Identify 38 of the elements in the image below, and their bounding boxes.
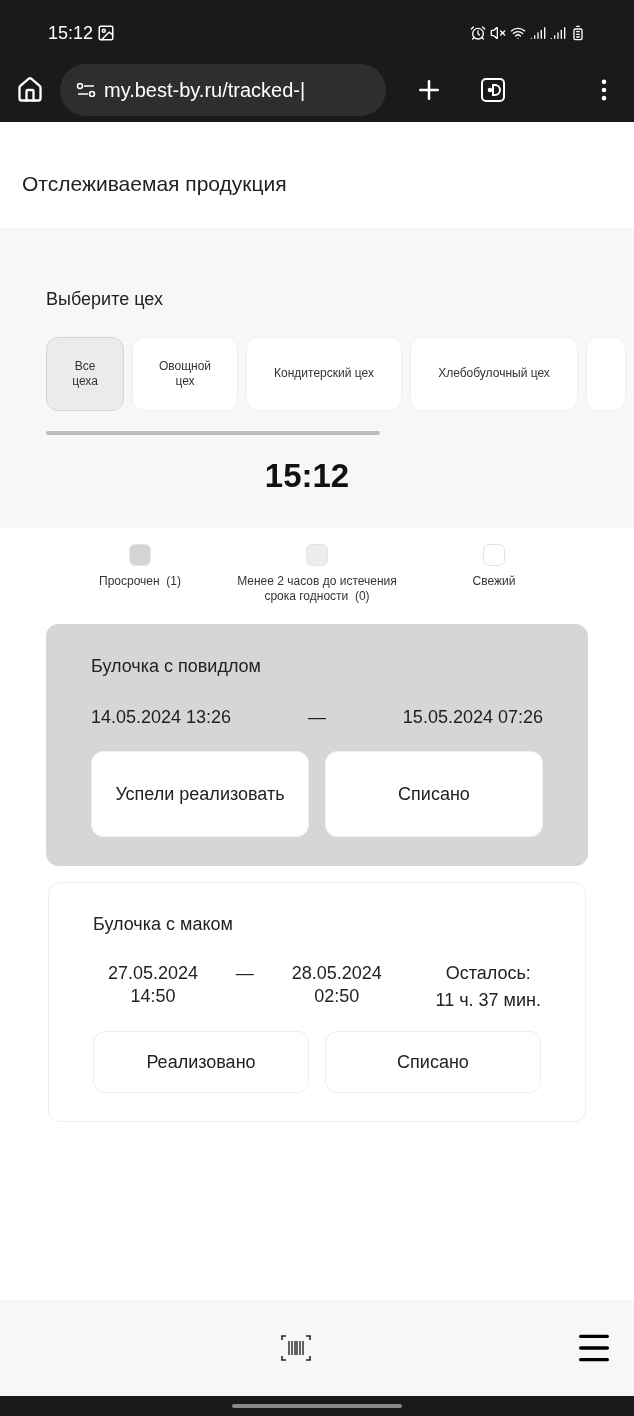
product-name: Булочка с повидлом [91,655,262,678]
alarm-icon [470,25,486,41]
action-button[interactable]: Успели реализовать [91,751,309,837]
workshop-tab[interactable]: Все цеха [46,336,124,411]
image-icon [97,24,116,42]
start-date: 27.05.2024 14:50 [106,962,200,1007]
signal-icon [530,25,546,41]
action-button[interactable]: Списано [325,1031,541,1093]
action-button[interactable]: Реализовано [93,1031,309,1093]
legend-label: Менее 2 часов до истечения срока годности (0) [237,574,397,604]
current-time: 15:12 [263,455,351,496]
date-dash: — [308,706,326,729]
remaining-time: 11 ч. 37 мин. [435,988,541,1011]
action-button[interactable]: Списано [325,751,543,837]
workshop-label: Выберите цех [46,287,164,311]
legend-label: Свежий [472,574,516,589]
end-date: 15.05.2024 07:26 [402,706,543,729]
address-bar[interactable]: my.best-by.ru/tracked-| [60,64,386,116]
battery-icon [570,25,586,41]
workshop-tab[interactable]: Овощной цех [132,336,238,411]
product-name: Булочка с маком [93,913,234,936]
workshop-tab[interactable]: Кондитерский цех [246,336,402,411]
tabs-icon[interactable] [480,77,506,103]
page-title: Отслеживаемая продукция [21,171,288,197]
home-icon[interactable] [16,76,44,104]
end-date: 28.05.2024 02:50 [290,962,383,1007]
workshop-tab[interactable]: Хлебобулочный цех [410,336,578,411]
start-date: 14.05.2024 13:26 [91,706,232,729]
site-settings-icon [76,83,96,97]
wifi-icon [510,25,526,41]
status-time: 15:12 [48,21,94,45]
legend-label: Просрочен (1) [99,574,181,589]
remaining-label: Осталось: [445,962,531,985]
barcode-icon[interactable] [280,1332,312,1364]
date-dash: — [235,962,254,985]
url-text: my.best-by.ru/tracked-| [104,78,306,103]
signal-icon [550,25,566,41]
mute-icon [490,25,506,41]
